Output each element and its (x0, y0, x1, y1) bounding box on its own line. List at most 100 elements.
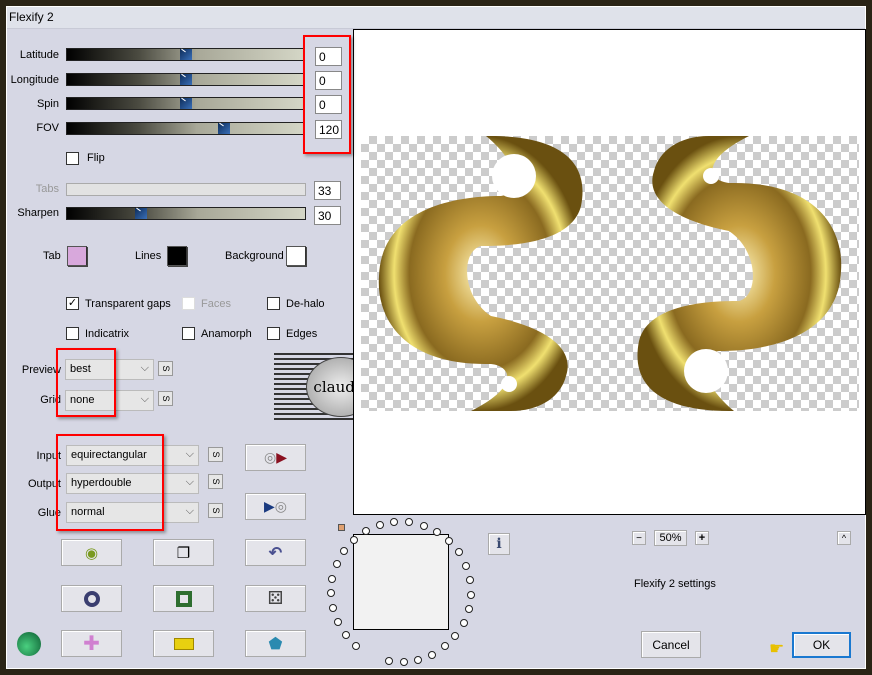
orientation-dot[interactable] (332, 560, 341, 569)
orientation-dot[interactable] (414, 655, 423, 664)
background-color-label: Background (225, 250, 284, 262)
info-button[interactable]: i (488, 533, 510, 555)
orientation-dot[interactable] (464, 605, 473, 614)
torus-button[interactable] (61, 585, 122, 612)
edges-checkbox[interactable] (267, 327, 280, 340)
preview-canvas[interactable] (353, 29, 866, 515)
left-golden-spiral (378, 136, 583, 411)
glue-label: Glue (37, 507, 61, 519)
transparent-gaps-label: Transparent gaps (85, 298, 171, 310)
orientation-dot[interactable] (454, 548, 463, 557)
zoom-in-button[interactable]: + (695, 531, 709, 545)
zoom-level: 50% (654, 530, 687, 546)
square-button[interactable] (153, 585, 214, 612)
spin-slider[interactable] (66, 97, 304, 110)
load-preset-button[interactable]: ◎▶ (245, 444, 306, 471)
orientation-dot[interactable] (405, 518, 414, 527)
save-preset-button[interactable]: ▶◎ (245, 493, 306, 520)
random-button[interactable]: ◉ (61, 539, 122, 566)
orientation-dot[interactable] (328, 604, 337, 613)
tabs-input: 33 (314, 181, 341, 200)
dehalo-checkbox[interactable] (267, 297, 280, 310)
slider-thumb[interactable] (135, 208, 147, 219)
lines-color-swatch[interactable] (167, 246, 187, 266)
orientation-dot[interactable] (340, 547, 349, 556)
transparent-gaps-checkbox[interactable]: ✓ (66, 297, 79, 310)
flaming-pear-logo-icon[interactable] (17, 632, 41, 656)
cross-button[interactable]: ✚ (61, 630, 122, 657)
fov-slider[interactable] (66, 122, 304, 135)
dice-icon: ⚄ (267, 588, 284, 608)
copy-pages-icon: ❐ (176, 544, 191, 562)
output-s-button[interactable]: S (208, 474, 223, 489)
orientation-dot[interactable] (375, 521, 384, 530)
faces-label: Faces (201, 298, 231, 310)
output-label: Output (27, 478, 61, 490)
ok-button[interactable]: OK (792, 632, 851, 658)
orientation-dot[interactable] (465, 575, 474, 584)
flip-checkbox[interactable] (66, 152, 79, 165)
anamorph-label: Anamorph (201, 328, 252, 340)
orientation-dot[interactable] (399, 657, 408, 666)
orientation-dot[interactable] (440, 642, 449, 651)
sharpen-input[interactable]: 30 (314, 206, 341, 225)
preview-label: Preview (21, 364, 61, 376)
anamorph-checkbox[interactable] (182, 327, 195, 340)
slider-thumb[interactable] (218, 123, 230, 134)
background-color-swatch[interactable] (286, 246, 306, 266)
tab-color-label: Tab (43, 250, 61, 262)
orientation-dot[interactable] (390, 518, 399, 527)
chevron-down-icon: ⌵ (140, 362, 149, 374)
indicatrix-checkbox[interactable] (66, 327, 79, 340)
collapse-button[interactable]: ^ (837, 531, 851, 545)
zoom-out-button[interactable]: − (632, 531, 646, 545)
grid-s-button[interactable]: S (158, 391, 173, 406)
pentagon-button[interactable]: ⬟ (245, 630, 306, 657)
handle-marker[interactable] (338, 524, 345, 531)
orientation-dot[interactable] (466, 590, 475, 599)
orientation-dot[interactable] (461, 561, 470, 570)
latitude-slider[interactable] (66, 48, 304, 61)
pointing-hand-icon: ☛ (769, 639, 785, 658)
orientation-dot[interactable] (419, 521, 428, 530)
lego-brick-icon (173, 637, 194, 650)
tabs-slider (66, 183, 306, 196)
orientation-dot[interactable] (341, 630, 350, 639)
chevron-down-icon: ⌵ (185, 476, 194, 488)
orientation-dot[interactable] (451, 631, 460, 640)
slider-thumb[interactable] (180, 98, 192, 109)
longitude-slider[interactable] (66, 73, 304, 86)
orientation-dot[interactable] (428, 650, 437, 659)
cross-shape-icon: ✚ (83, 633, 100, 655)
window-title: Flexify 2 (7, 7, 865, 29)
play-disc-icon: ▶◎ (264, 498, 287, 514)
input-label: Input (36, 450, 61, 462)
orientation-preview[interactable] (353, 534, 449, 630)
chevron-down-icon: ⌵ (185, 448, 194, 460)
spin-label: Spin (36, 98, 59, 110)
grid-label: Grid (40, 394, 61, 406)
flip-label: Flip (87, 152, 105, 164)
preview-s-button[interactable]: S (158, 361, 173, 376)
undo-button[interactable]: ↶ (245, 539, 306, 566)
slider-thumb[interactable] (180, 74, 192, 85)
orientation-dot[interactable] (445, 537, 454, 546)
input-s-button[interactable]: S (208, 447, 223, 462)
copy-button[interactable]: ❐ (153, 539, 214, 566)
cancel-button[interactable]: Cancel (641, 631, 701, 658)
orientation-dot[interactable] (328, 574, 337, 583)
orientation-dot[interactable] (352, 641, 360, 650)
transparency-checkerboard (361, 136, 859, 411)
brick-button[interactable] (153, 630, 214, 657)
orientation-dot[interactable] (459, 619, 468, 628)
sharpen-slider[interactable] (66, 207, 306, 220)
glue-s-button[interactable]: S (208, 503, 223, 518)
tab-color-swatch[interactable] (67, 246, 87, 266)
slider-thumb[interactable] (180, 49, 192, 60)
orientation-dot[interactable] (333, 618, 342, 627)
dice-button[interactable]: ⚄ (245, 585, 306, 612)
orientation-dot[interactable] (327, 589, 335, 598)
orientation-dot[interactable] (384, 656, 393, 665)
faces-checkbox (182, 297, 195, 310)
dehalo-label: De-halo (286, 298, 325, 310)
